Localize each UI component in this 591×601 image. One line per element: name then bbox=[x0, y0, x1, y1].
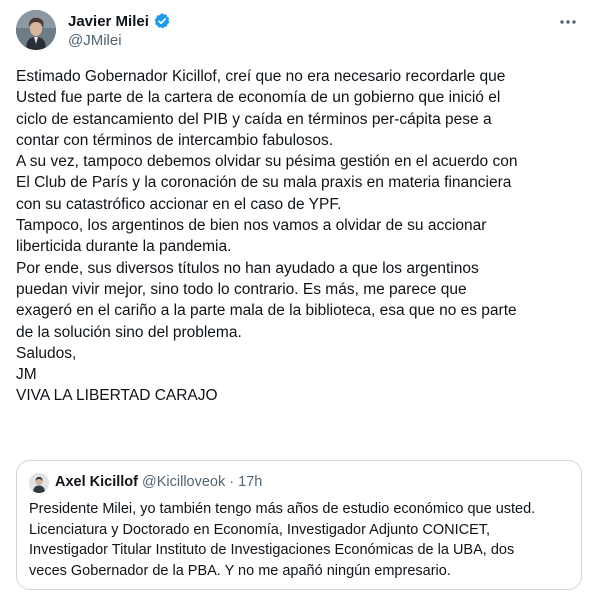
more-horizontal-icon bbox=[559, 12, 577, 30]
quoted-text-line: veces Gobernador de la PBA. Y no me apañ… bbox=[29, 562, 451, 579]
tweet-text-line: exageró en el cariño a la parte mala de … bbox=[16, 302, 517, 320]
tweet-text-line: contar con términos de intercambio fabul… bbox=[16, 131, 334, 149]
verified-badge-icon bbox=[153, 12, 171, 30]
quoted-tweet[interactable]: Axel Kicillof @Kicilloveok · 17h Preside… bbox=[16, 460, 582, 590]
tweet-text-line: El Club de París y la coronación de su m… bbox=[16, 174, 512, 192]
tweet-text-line: Usted fue parte de la cartera de economí… bbox=[16, 89, 501, 107]
tweet-text-line: VIVA LA LIBERTAD CARAJO bbox=[16, 387, 218, 405]
tweet-text-line: Saludos, bbox=[16, 344, 77, 362]
quoted-timestamp: 17h bbox=[238, 474, 263, 490]
tweet-text-line: JM bbox=[16, 366, 37, 384]
quoted-author-avatar bbox=[29, 473, 49, 493]
author-name-row: Javier Milei bbox=[68, 12, 171, 30]
author-avatar[interactable] bbox=[16, 10, 56, 50]
tweet: Javier Milei @JMilei Estimado Gobernador… bbox=[0, 0, 591, 601]
quoted-text-line: Investigador Titular Instituto de Invest… bbox=[29, 542, 515, 558]
author-name[interactable]: Javier Milei bbox=[68, 13, 149, 30]
tweet-text-line: puedan vivir mejor, sino todo lo contrar… bbox=[16, 280, 467, 298]
tweet-text-line: Tampoco, los argentinos de bien nos vamo… bbox=[16, 217, 487, 235]
quoted-header: Axel Kicillof @Kicilloveok · 17h bbox=[55, 474, 262, 490]
tweet-text-line: de la solución sino del problema. bbox=[16, 323, 242, 341]
quoted-author-handle: @Kicilloveok bbox=[142, 474, 226, 490]
tweet-text-line: A su vez, tampoco debemos olvidar su pés… bbox=[16, 153, 518, 171]
quoted-text: Presidente Milei, yo también tengo más a… bbox=[29, 499, 574, 581]
tweet-text-line: Por ende, sus diversos títulos no han ay… bbox=[16, 259, 479, 277]
quoted-text-line: Presidente Milei, yo también tengo más a… bbox=[29, 501, 536, 517]
tweet-text-line: liberticida durante la pandemia. bbox=[16, 238, 232, 256]
quoted-text-line: Licenciatura y Doctorado en Economía, In… bbox=[29, 521, 491, 538]
quoted-author-name: Axel Kicillof bbox=[55, 474, 138, 490]
tweet-text: Estimado Gobernador Kicillof, creí que n… bbox=[16, 66, 576, 407]
tweet-text-line: con su catastrófico accionar en el caso … bbox=[16, 195, 342, 213]
more-options-button[interactable] bbox=[557, 10, 579, 32]
tweet-text-line: Estimado Gobernador Kicillof, creí que n… bbox=[16, 68, 506, 85]
tweet-text-line: ciclo de estancamiento del PIB y caída e… bbox=[16, 110, 492, 128]
author-handle[interactable]: @JMilei bbox=[68, 32, 122, 49]
quoted-separator: · bbox=[229, 474, 235, 490]
